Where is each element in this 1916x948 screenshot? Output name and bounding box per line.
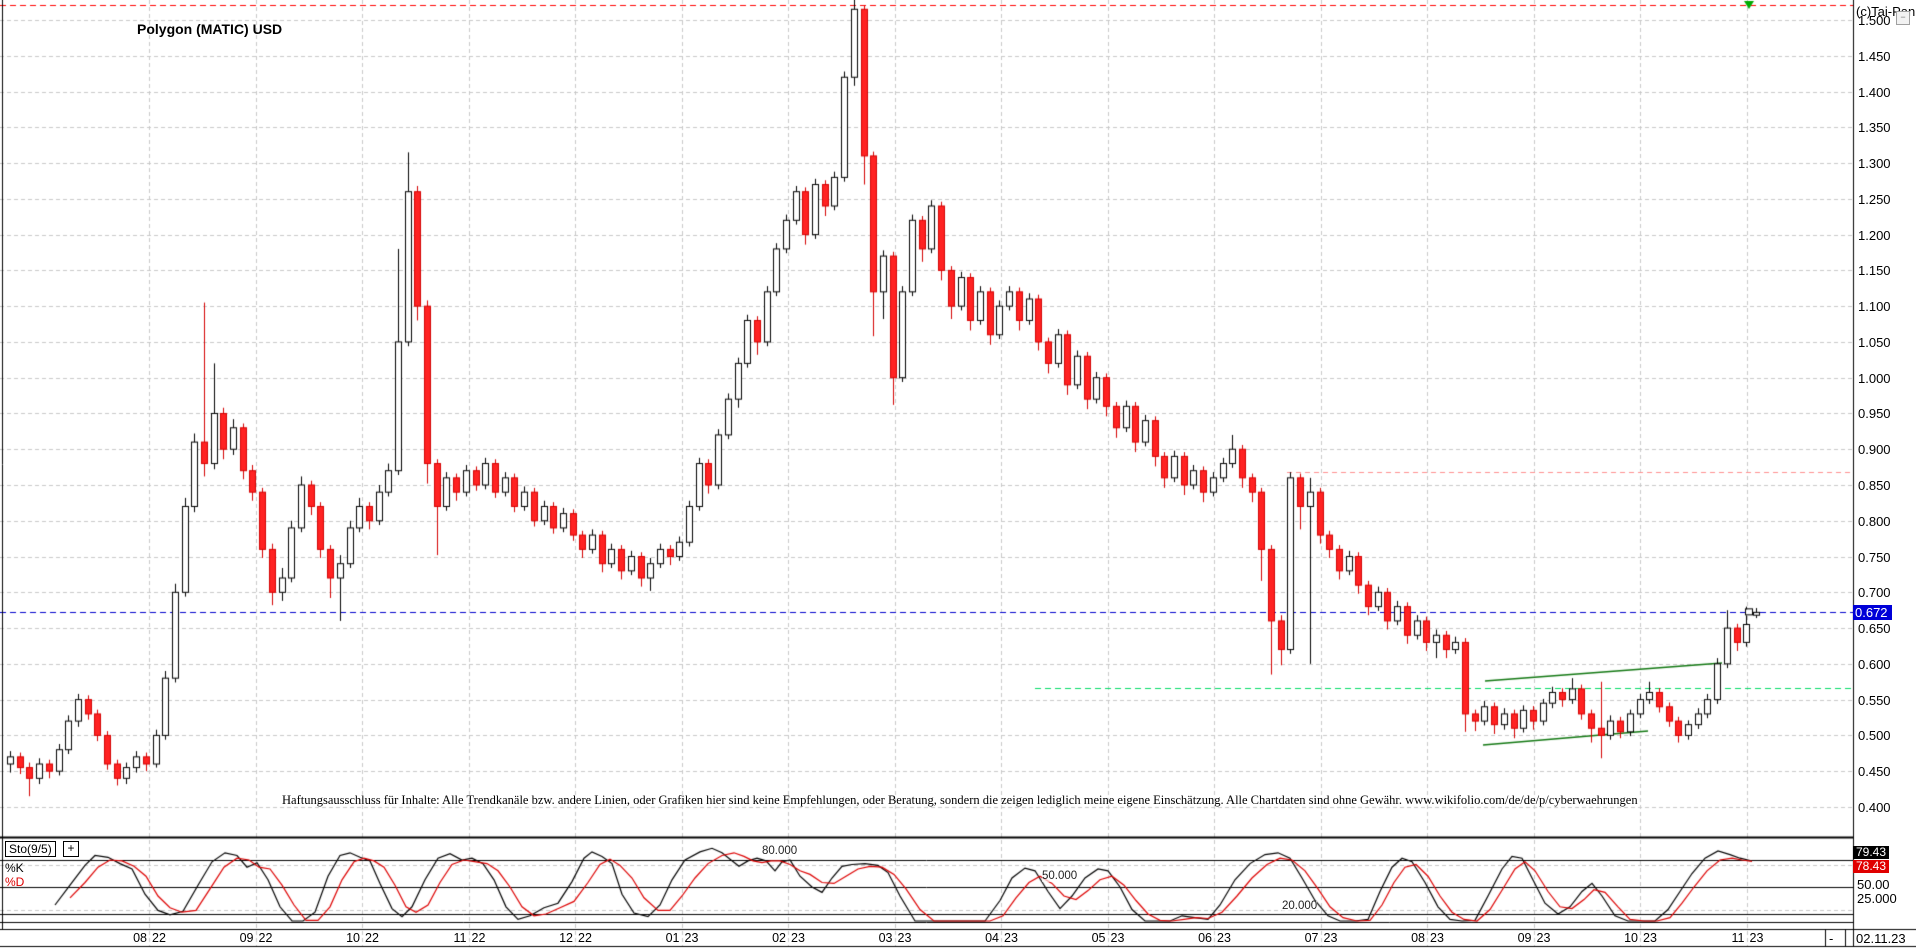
price-axis-label: 0.650: [1858, 622, 1891, 635]
stoch-level-label: 80.000: [762, 846, 797, 857]
year-axis-label: 22: [365, 931, 379, 945]
month-axis-label: 02: [764, 931, 786, 945]
price-axis-label: 1.200: [1858, 229, 1891, 242]
month-axis-label: 08: [125, 931, 147, 945]
year-axis-label: 23: [1324, 931, 1338, 945]
chart-title: Polygon (MATIC) USD: [137, 21, 282, 37]
price-axis-label: 0.550: [1858, 694, 1891, 707]
window-minimize-button[interactable]: −: [1896, 11, 1910, 25]
price-axis-label: 1.100: [1858, 300, 1891, 313]
year-axis-label: 23: [1430, 931, 1444, 945]
price-axis-label: 0.450: [1858, 765, 1891, 778]
year-axis-label: 23: [791, 931, 805, 945]
year-axis-label: 23: [898, 931, 912, 945]
stoch-d-value-badge: 78.43: [1853, 860, 1889, 873]
price-axis-label: 0.700: [1858, 586, 1891, 599]
year-axis-label: 22: [472, 931, 486, 945]
year-axis-label: 22: [578, 931, 592, 945]
price-axis-label: 0.800: [1858, 515, 1891, 528]
price-axis-label: 1.300: [1858, 157, 1891, 170]
status-dash-cell: -: [1829, 931, 1833, 946]
price-axis-label: 0.600: [1858, 658, 1891, 671]
price-axis-label: 1.350: [1858, 121, 1891, 134]
month-axis-label: 08: [1403, 931, 1425, 945]
price-axis-label: 1.000: [1858, 372, 1891, 385]
chart-window: Polygon (MATIC) USD (c)Tai-Pan − 1.5001.…: [0, 0, 1916, 948]
last-price-badge: 0.672: [1853, 605, 1892, 620]
status-date: 02.11.23: [1856, 931, 1906, 946]
month-axis-label: 07: [1297, 931, 1319, 945]
price-axis-label: 1.500: [1858, 14, 1891, 27]
month-axis-label: 03: [871, 931, 893, 945]
stoch-mid-label: 50.00: [1857, 878, 1890, 891]
price-axis-label: 0.400: [1858, 801, 1891, 814]
year-axis-label: 23: [1217, 931, 1231, 945]
month-axis-label: 09: [232, 931, 254, 945]
price-axis-label: 1.250: [1858, 193, 1891, 206]
month-axis-label: 04: [977, 931, 999, 945]
month-axis-label: 10: [338, 931, 360, 945]
year-axis-label: 22: [152, 931, 166, 945]
indicator-expand-icon[interactable]: +: [63, 841, 79, 857]
month-axis-label: 06: [1190, 931, 1212, 945]
disclaimer-text: Haftungsausschluss für Inhalte: Alle Tre…: [282, 793, 1638, 808]
month-axis-label: 12: [551, 931, 573, 945]
year-axis-label: 23: [1750, 931, 1764, 945]
price-axis-label: 0.900: [1858, 443, 1891, 456]
price-axis-label: 0.850: [1858, 479, 1891, 492]
month-axis-label: 11: [445, 931, 467, 945]
year-axis-label: 23: [1111, 931, 1125, 945]
indicator-name-button[interactable]: Sto(9/5): [5, 841, 56, 857]
month-axis-label: 09: [1510, 931, 1532, 945]
month-axis-label: 01: [658, 931, 680, 945]
month-axis-label: 10: [1616, 931, 1638, 945]
month-axis-label: 11: [1723, 931, 1745, 945]
price-axis-label: 1.150: [1858, 264, 1891, 277]
price-axis-label: 1.450: [1858, 50, 1891, 63]
stoch-k-legend: %K: [5, 862, 24, 874]
stoch-level-label: 20.000: [1282, 901, 1317, 912]
price-axis-label: 1.400: [1858, 86, 1891, 99]
price-axis-label: 0.750: [1858, 551, 1891, 564]
year-axis-label: 22: [259, 931, 273, 945]
price-axis-label: 0.950: [1858, 407, 1891, 420]
price-axis-label: 1.050: [1858, 336, 1891, 349]
stoch-level-label: 50.000: [1042, 871, 1077, 882]
year-axis-label: 23: [685, 931, 699, 945]
year-axis-label: 23: [1643, 931, 1657, 945]
year-axis-label: 23: [1004, 931, 1018, 945]
year-axis-label: 23: [1537, 931, 1551, 945]
price-axis-label: 0.500: [1858, 729, 1891, 742]
stoch-low-label: 25.000: [1857, 892, 1897, 905]
stoch-k-value-badge: 79.43: [1853, 846, 1889, 859]
month-axis-label: 05: [1084, 931, 1106, 945]
stoch-d-legend: %D: [5, 876, 24, 888]
